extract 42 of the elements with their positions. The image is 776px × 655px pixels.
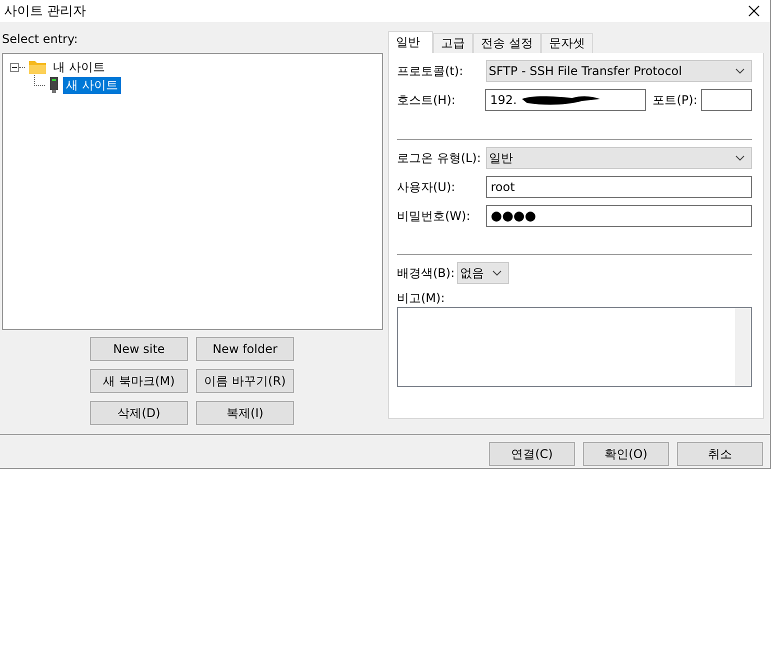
chevron-icon bbox=[735, 155, 745, 161]
folder-icon bbox=[29, 60, 46, 74]
field-label: 포트(P): bbox=[652, 92, 698, 108]
tab[interactable]: 고급 bbox=[433, 33, 473, 53]
logon-type-dropdown[interactable]: 일반 bbox=[486, 147, 752, 169]
site-tree[interactable]: 내 사이트 새 사이트 bbox=[2, 53, 383, 330]
chevron-icon bbox=[492, 270, 502, 276]
field-label: 프로토콜(t): bbox=[397, 62, 464, 80]
action-button[interactable]: New site bbox=[90, 337, 188, 361]
chevron-icon bbox=[735, 68, 745, 74]
server-icon bbox=[49, 77, 59, 93]
tree-item[interactable]: 새 사이트 bbox=[63, 76, 121, 94]
close-icon[interactable] bbox=[748, 5, 760, 17]
field-label: 비고(M): bbox=[397, 291, 446, 306]
dialog-button[interactable]: 취소 bbox=[677, 442, 763, 466]
host-field[interactable]: 192. bbox=[485, 89, 646, 111]
password-field[interactable]: ●●●● bbox=[486, 205, 752, 227]
dialog-button[interactable]: 연결(C) bbox=[489, 442, 575, 466]
dialog-button[interactable]: 확인(O) bbox=[583, 442, 669, 466]
collapse-icon[interactable] bbox=[10, 62, 19, 72]
tab[interactable]: 문자셋 bbox=[540, 33, 593, 53]
tree-label: Select entry: bbox=[2, 31, 78, 48]
port-field[interactable] bbox=[701, 89, 752, 111]
action-button[interactable]: 복제(I) bbox=[196, 401, 294, 425]
field-label: 비밀번호(W): bbox=[397, 208, 472, 224]
tab[interactable]: 일반 bbox=[388, 31, 433, 53]
protocol-dropdown[interactable]: SFTP - SSH File Transfer Protocol bbox=[486, 60, 752, 82]
action-button[interactable]: 삭제(D) bbox=[90, 401, 188, 425]
user-field[interactable]: root bbox=[486, 176, 752, 198]
action-button[interactable]: 새 북마크(M) bbox=[90, 369, 188, 393]
field-label: 사용자(U): bbox=[397, 178, 456, 196]
tree-item[interactable]: 내 사이트 bbox=[50, 58, 108, 76]
field-label: 배경색(B): bbox=[397, 264, 456, 282]
scrollbar[interactable] bbox=[735, 308, 751, 386]
window-title: 사이트 관리자 bbox=[4, 3, 86, 20]
background-dropdown[interactable]: 없음 bbox=[457, 262, 509, 284]
field-label: 로그온 유형(L): bbox=[397, 150, 482, 166]
action-button[interactable]: 이름 바꾸기(R) bbox=[196, 369, 294, 393]
field-label: 호스트(H): bbox=[397, 92, 456, 108]
action-button[interactable]: New folder bbox=[196, 337, 294, 361]
tab[interactable]: 전송 설정 bbox=[473, 33, 541, 53]
comment-field[interactable] bbox=[397, 307, 752, 387]
